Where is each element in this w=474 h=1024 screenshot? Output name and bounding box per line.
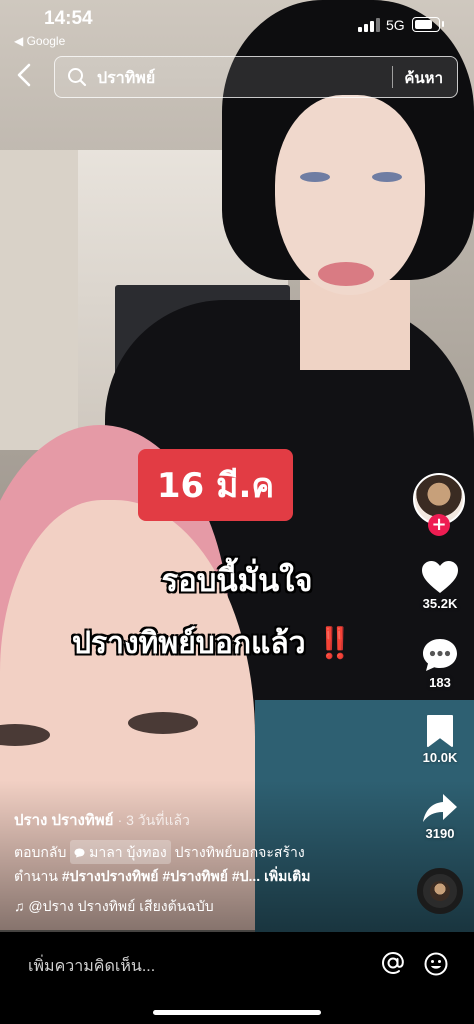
search-icon bbox=[68, 68, 87, 87]
see-more-link[interactable]: เพิ่มเติม bbox=[264, 868, 310, 884]
status-time: 14:54 bbox=[44, 8, 93, 29]
date-badge: 16 มี.ค bbox=[138, 449, 293, 521]
comment-button[interactable]: 183 bbox=[412, 637, 468, 690]
hashtag[interactable]: #ป... bbox=[232, 868, 260, 884]
battery-fill bbox=[415, 20, 432, 29]
share-arrow-icon bbox=[423, 794, 457, 822]
reply-prefix: ตอบกลับ bbox=[14, 844, 67, 860]
heart-icon bbox=[422, 561, 458, 593]
music-disc[interactable] bbox=[417, 868, 463, 914]
reply-to-chip[interactable]: มาลา บุ้งทอง bbox=[70, 840, 171, 864]
battery-icon bbox=[412, 17, 444, 32]
search-divider bbox=[392, 66, 393, 88]
search-input[interactable]: ปราทิพย์ ค้นหา bbox=[54, 56, 458, 98]
follow-button[interactable]: + bbox=[428, 514, 450, 536]
pink-eye bbox=[128, 712, 198, 734]
comment-bar: เพิ่มความคิดเห็น... bbox=[0, 932, 474, 1024]
comment-icon bbox=[423, 639, 457, 671]
comment-count: 183 bbox=[429, 675, 451, 690]
share-button[interactable]: 3190 bbox=[412, 792, 468, 841]
person-eye bbox=[300, 172, 330, 182]
like-button[interactable]: 35.2K bbox=[412, 560, 468, 611]
reply-to-name: มาลา บุ้งทอง bbox=[89, 844, 167, 860]
bookmark-icon bbox=[427, 715, 453, 747]
description-line-2: ตำนาน bbox=[14, 868, 58, 884]
caption-line-2-text: ปรางทิพย์บอกแล้ว bbox=[72, 626, 306, 661]
back-button[interactable] bbox=[14, 62, 40, 92]
back-to-google[interactable]: ◀ Google bbox=[14, 34, 65, 48]
save-count: 10.0K bbox=[422, 750, 458, 765]
chevron-left-icon bbox=[17, 63, 31, 87]
share-count: 3190 bbox=[425, 826, 455, 841]
person-eye bbox=[372, 172, 402, 182]
signal-icon bbox=[358, 18, 380, 32]
emoji-icon[interactable] bbox=[424, 952, 448, 980]
double-exclamation-icon: ‼️ bbox=[316, 626, 354, 661]
network-type: 5G bbox=[386, 17, 405, 33]
music-disc-avatar bbox=[430, 881, 450, 901]
sound-link[interactable]: ♫ @ปราง ปรางทิพย์ เสียงต้นฉบับ bbox=[14, 896, 214, 918]
author-line: ปราง ปรางทิพย์ · 3 วันที่แล้ว bbox=[14, 808, 190, 832]
speech-bubble-icon bbox=[74, 848, 85, 858]
reply-text: ปรางทิพย์บอกจะสร้าง bbox=[174, 844, 305, 860]
status-bar: 14:54 ◀ Google 5G bbox=[0, 0, 474, 50]
hashtag[interactable]: #ปรางปรางทิพย์ bbox=[62, 868, 159, 884]
background-wall bbox=[0, 150, 90, 450]
post-age: · 3 วันที่แล้ว bbox=[117, 812, 190, 828]
save-button[interactable]: 10.0K bbox=[412, 714, 468, 765]
caption-line-2: ปรางทิพย์บอกแล้ว ‼️ bbox=[72, 620, 353, 667]
hashtag[interactable]: #ปรางทิพย์ bbox=[162, 868, 228, 884]
at-icon[interactable] bbox=[380, 950, 406, 982]
caption-line-1: รอบนี้มั่นใจ bbox=[161, 563, 313, 599]
post-description: ตอบกลับ มาลา บุ้งทอง ปรางทิพย์บอกจะสร้าง… bbox=[14, 840, 344, 888]
like-count: 35.2K bbox=[422, 596, 458, 611]
author-name[interactable]: ปราง ปรางทิพย์ bbox=[14, 812, 113, 829]
search-submit-button[interactable]: ค้นหา bbox=[404, 66, 443, 90]
person-lips bbox=[318, 262, 374, 286]
search-query: ปราทิพย์ bbox=[97, 70, 156, 87]
comment-input[interactable]: เพิ่มความคิดเห็น... bbox=[28, 954, 155, 979]
home-indicator bbox=[153, 1010, 321, 1015]
